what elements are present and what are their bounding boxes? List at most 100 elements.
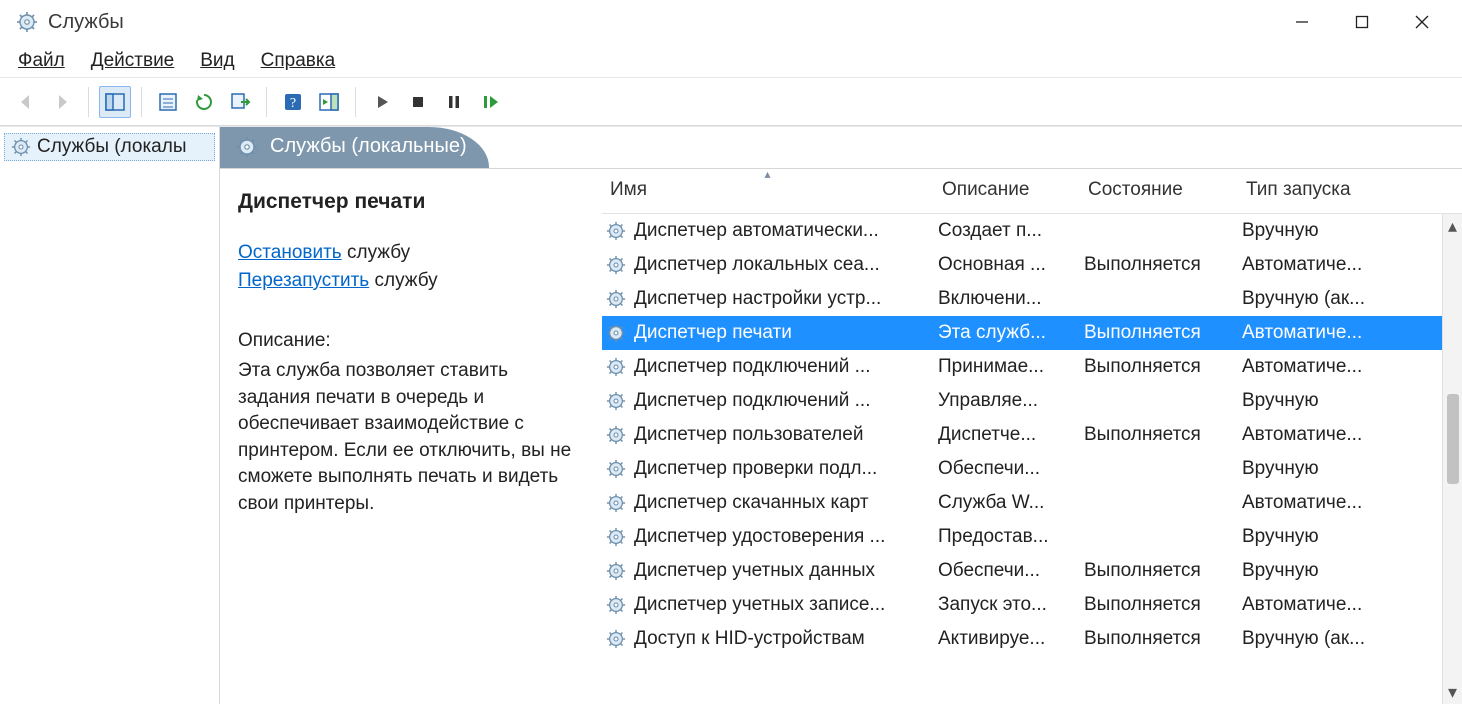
restart-service-link[interactable]: Перезапустить — [238, 270, 369, 291]
toolbar-separator — [88, 87, 89, 117]
detail-panel: Диспетчер печати Остановить службу Перез… — [220, 169, 602, 704]
nav-forward-button[interactable] — [46, 86, 78, 118]
toolbar: ? — [0, 78, 1462, 126]
minimize-button[interactable] — [1272, 2, 1332, 42]
service-name-cell: Диспетчер печати — [602, 322, 934, 344]
service-name-text: Диспетчер настройки устр... — [634, 288, 881, 310]
service-startup-cell: Вручную — [1238, 526, 1408, 548]
stop-service-button[interactable] — [402, 86, 434, 118]
service-desc-cell: Активируе... — [934, 628, 1080, 650]
service-name-cell: Диспетчер настройки устр... — [602, 288, 934, 310]
menu-help[interactable]: Справка — [257, 48, 340, 74]
service-name-text: Диспетчер локальных сеа... — [634, 254, 880, 276]
service-desc-cell: Создает п... — [934, 220, 1080, 242]
service-desc-cell: Принимае... — [934, 356, 1080, 378]
service-row[interactable]: Диспетчер локальных сеа...Основная ...Вы… — [602, 248, 1442, 282]
tab-services-local[interactable]: Службы (локальные) — [220, 127, 489, 168]
service-row[interactable]: Диспетчер подключений ...Принимае...Выпо… — [602, 350, 1442, 384]
service-desc-cell: Обеспечи... — [934, 560, 1080, 582]
service-desc-cell: Обеспечи... — [934, 458, 1080, 480]
gear-icon — [606, 595, 626, 615]
service-name-cell: Диспетчер автоматически... — [602, 220, 934, 242]
service-name-cell: Диспетчер проверки подл... — [602, 458, 934, 480]
show-hide-tree-button[interactable] — [99, 86, 131, 118]
start-service-button[interactable] — [366, 86, 398, 118]
col-startup[interactable]: Тип запуска — [1238, 169, 1408, 213]
col-name[interactable]: ▴ Имя — [602, 169, 934, 213]
service-row[interactable]: Диспетчер пользователейДиспетче...Выполн… — [602, 418, 1442, 452]
restart-line: Перезапустить службу — [238, 267, 584, 295]
svg-text:?: ? — [290, 96, 296, 111]
service-row[interactable]: Диспетчер учетных данныхОбеспечи...Выпол… — [602, 554, 1442, 588]
content-area: Службы (локалы Службы (локальные) Диспет… — [0, 126, 1462, 704]
service-startup-cell: Вручную — [1238, 458, 1408, 480]
col-desc-label: Описание — [942, 179, 1029, 200]
col-desc[interactable]: Описание — [934, 169, 1080, 213]
service-startup-cell: Автоматиче... — [1238, 424, 1408, 446]
service-name-text: Диспетчер учетных данных — [634, 560, 875, 582]
service-name-cell: Диспетчер подключений ... — [602, 390, 934, 412]
service-row[interactable]: Диспетчер скачанных картСлужба W...Автом… — [602, 486, 1442, 520]
rows-container: Диспетчер автоматически...Создает п... Вр… — [602, 214, 1442, 704]
detail-title: Диспетчер печати — [238, 187, 584, 217]
scroll-track[interactable] — [1445, 234, 1461, 684]
service-row[interactable]: Диспетчер печатиЭта служб...ВыполняетсяА… — [602, 316, 1442, 350]
window-title: Службы — [48, 11, 124, 34]
tab-label: Службы (локальные) — [270, 135, 467, 158]
service-name-cell: Диспетчер подключений ... — [602, 356, 934, 378]
service-row[interactable]: Диспетчер проверки подл...Обеспечи... Вру… — [602, 452, 1442, 486]
help-button[interactable]: ? — [277, 86, 309, 118]
scroll-up-icon[interactable]: ▴ — [1445, 218, 1461, 234]
tab-row: Службы (локальные) — [220, 127, 1462, 168]
right-pane: Службы (локальные) Диспетчер печати Оста… — [220, 127, 1462, 704]
service-list: ▴ Имя Описание Состояние Тип запуска Дис… — [602, 169, 1462, 704]
menubar: Файл Действие Вид Справка — [0, 44, 1462, 78]
export-list-button[interactable] — [224, 86, 256, 118]
toolbar-separator — [266, 87, 267, 117]
service-name-text: Диспетчер пользователей — [634, 424, 863, 446]
stop-line: Остановить службу — [238, 239, 584, 267]
tree-root-label: Службы (локалы — [37, 136, 187, 158]
service-row[interactable]: Диспетчер удостоверения ...Предостав...В… — [602, 520, 1442, 554]
service-startup-cell: Вручную — [1238, 390, 1408, 412]
col-name-label: Имя — [610, 179, 647, 200]
titlebar: Службы — [0, 0, 1462, 44]
gear-icon — [606, 221, 626, 241]
restart-service-button[interactable] — [474, 86, 506, 118]
refresh-button[interactable] — [188, 86, 220, 118]
service-desc-cell: Служба W... — [934, 492, 1080, 514]
scroll-down-icon[interactable]: ▾ — [1445, 684, 1461, 700]
nav-back-button[interactable] — [10, 86, 42, 118]
service-name-cell: Диспетчер удостоверения ... — [602, 526, 934, 548]
menu-view[interactable]: Вид — [196, 48, 238, 74]
action-pane-button[interactable] — [313, 86, 345, 118]
toolbar-separator — [355, 87, 356, 117]
close-button[interactable] — [1392, 2, 1452, 42]
service-name-cell: Диспетчер учетных данных — [602, 560, 934, 582]
vertical-scrollbar[interactable]: ▴ ▾ — [1442, 214, 1462, 704]
description-label: Описание: — [238, 327, 584, 355]
service-row[interactable]: Диспетчер подключений ... Управляе... Вруч… — [602, 384, 1442, 418]
pause-service-button[interactable] — [438, 86, 470, 118]
service-row[interactable]: Доступ к HID-устройствамАктивируе...Выпо… — [602, 622, 1442, 656]
col-state[interactable]: Состояние — [1080, 169, 1238, 213]
stop-suffix: службу — [342, 242, 410, 263]
gear-icon — [606, 323, 626, 343]
service-row[interactable]: Диспетчер учетных записе...Запуск это...… — [602, 588, 1442, 622]
maximize-button[interactable] — [1332, 2, 1392, 42]
service-row[interactable]: Диспетчер настройки устр...Включени...Вр… — [602, 282, 1442, 316]
stop-service-link[interactable]: Остановить — [238, 242, 342, 263]
properties-button[interactable] — [152, 86, 184, 118]
service-startup-cell: Вручную — [1238, 560, 1408, 582]
menu-file[interactable]: Файл — [14, 48, 69, 74]
service-name-cell: Диспетчер учетных записе... — [602, 594, 934, 616]
service-name-cell: Диспетчер пользователей — [602, 424, 934, 446]
toolbar-separator — [141, 87, 142, 117]
menu-action[interactable]: Действие — [87, 48, 179, 74]
scroll-thumb[interactable] — [1447, 394, 1459, 484]
service-name-text: Диспетчер подключений ... — [634, 390, 871, 412]
service-row[interactable]: Диспетчер автоматически...Создает п...Вр… — [602, 214, 1442, 248]
gear-icon — [606, 459, 626, 479]
tree-root-services[interactable]: Службы (локалы — [4, 133, 215, 161]
service-desc-cell: Управляе... — [934, 390, 1080, 412]
